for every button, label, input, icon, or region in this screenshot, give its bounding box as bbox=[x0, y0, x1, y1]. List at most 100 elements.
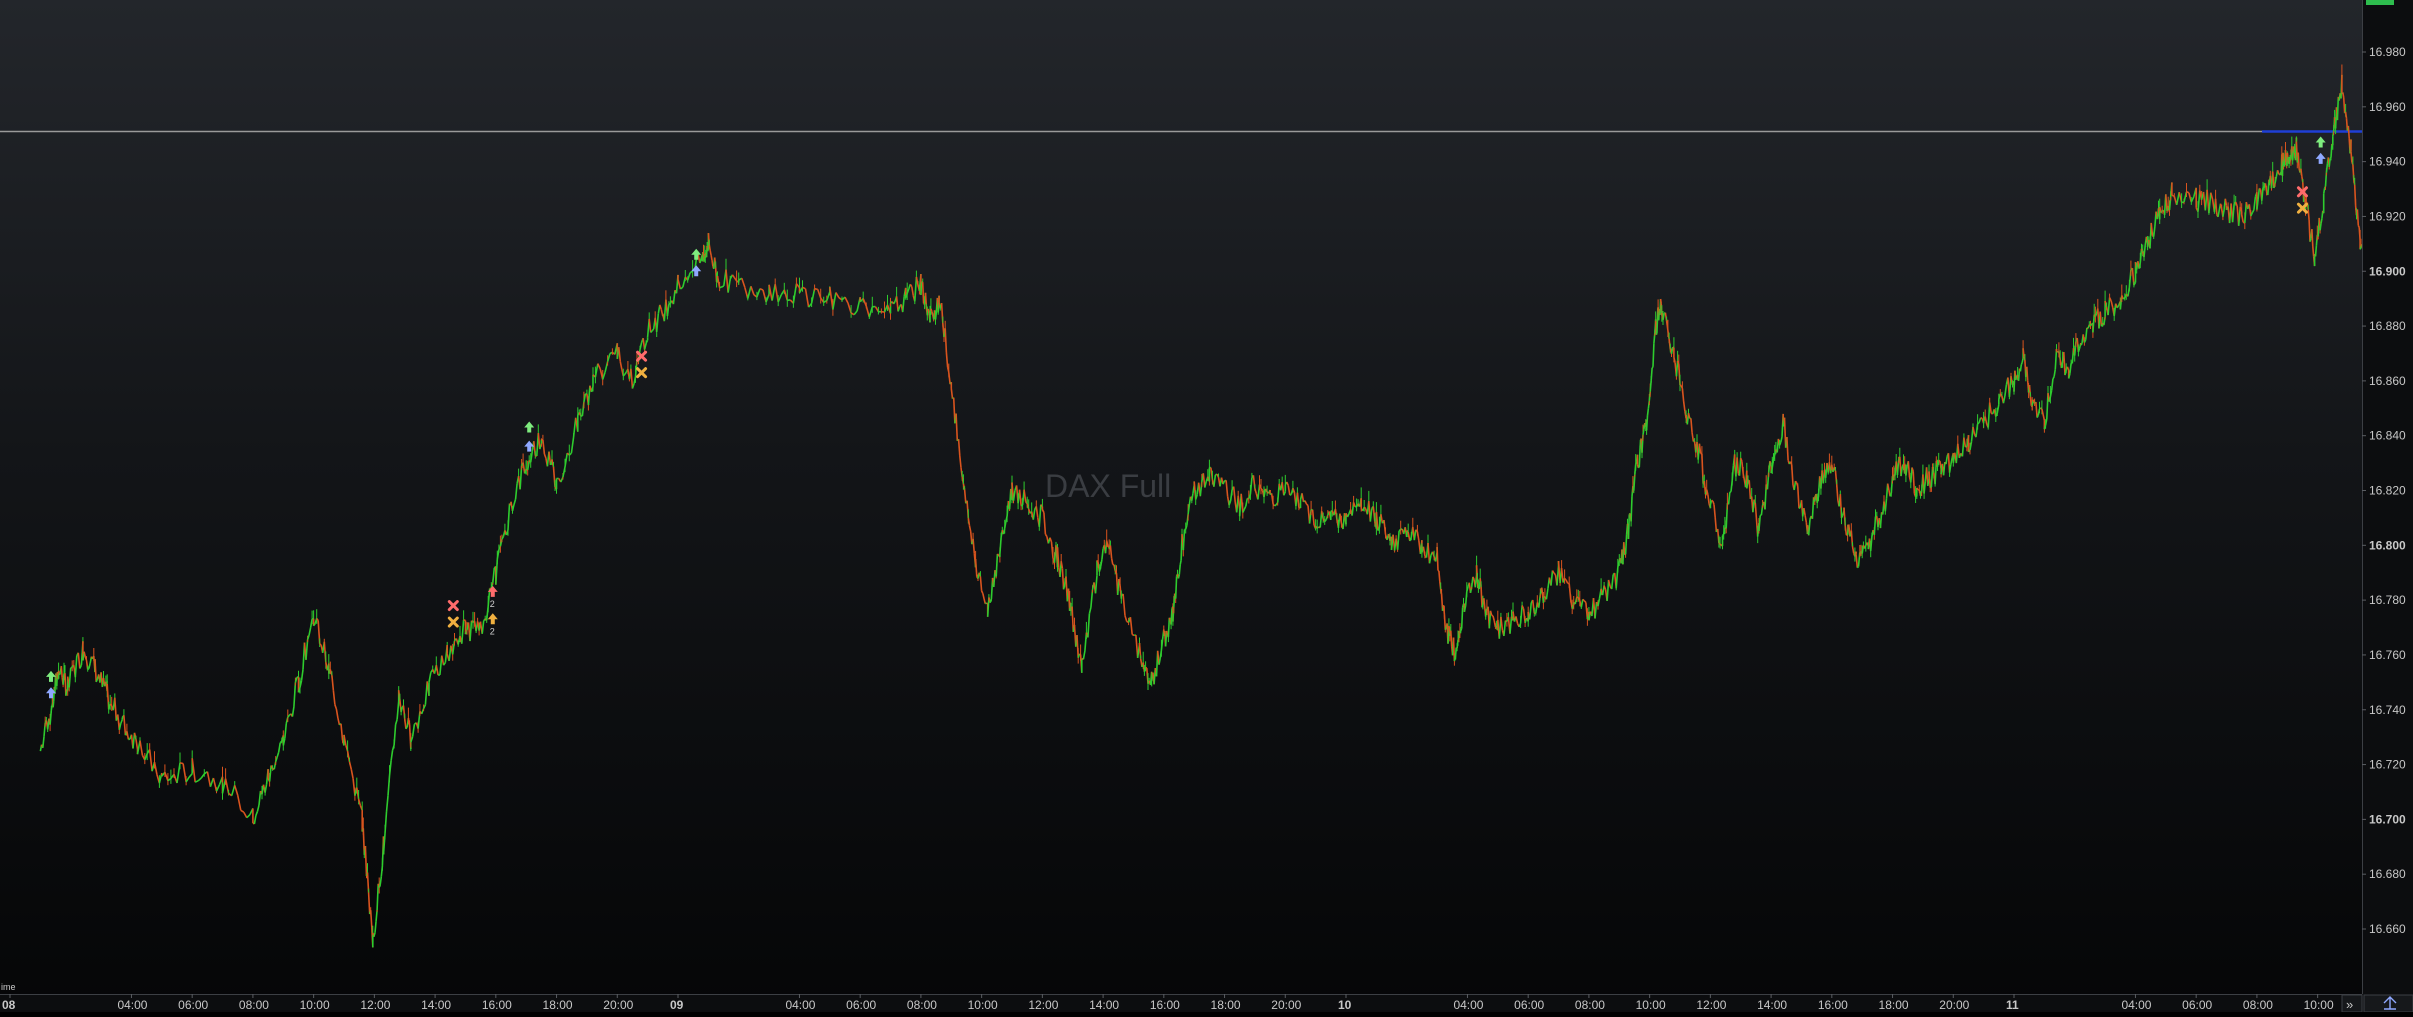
price-segment bbox=[1978, 423, 1980, 424]
price-segment bbox=[385, 812, 387, 834]
signal-marker-yellow-cross[interactable] bbox=[638, 369, 646, 377]
x-tick-label: 10:00 bbox=[300, 998, 330, 1012]
price-segment bbox=[1546, 589, 1548, 600]
price-segment bbox=[1167, 631, 1168, 635]
price-segment bbox=[375, 922, 376, 933]
price-segment bbox=[294, 683, 296, 707]
price-segment bbox=[1713, 501, 1714, 504]
zoom-reset-button[interactable] bbox=[2364, 995, 2413, 1012]
price-segment bbox=[1287, 482, 1289, 486]
price-segment bbox=[673, 290, 675, 304]
y-tick-label: 16.820 bbox=[2369, 484, 2406, 498]
price-segment bbox=[256, 811, 258, 815]
price-segment bbox=[1146, 667, 1147, 668]
price-segment bbox=[2111, 301, 2113, 307]
x-axis[interactable]: 0804:0006:0008:0010:0012:0014:0016:0018:… bbox=[0, 982, 2362, 1012]
price-segment bbox=[928, 309, 929, 313]
x-tick-label: 10:00 bbox=[2304, 998, 2334, 1012]
price-segment bbox=[1234, 487, 1236, 502]
price-segment bbox=[2100, 312, 2101, 327]
signal-marker-buy-arrow[interactable] bbox=[2316, 153, 2326, 164]
signal-marker-long-arrow[interactable] bbox=[46, 671, 56, 682]
time-axis-label: ime bbox=[1, 982, 16, 992]
price-segment bbox=[336, 709, 338, 718]
price-segment bbox=[2005, 385, 2007, 396]
price-segment bbox=[1455, 648, 1456, 660]
price-segment bbox=[259, 791, 261, 805]
signal-marker-sell-cross[interactable] bbox=[449, 602, 457, 610]
y-tick-label: 16.800 bbox=[2369, 538, 2406, 552]
price-segment bbox=[1178, 575, 1179, 579]
price-segment bbox=[241, 810, 244, 812]
price-segment bbox=[2331, 144, 2332, 158]
price-segment bbox=[279, 743, 281, 752]
price-segment bbox=[75, 656, 77, 678]
price-segment bbox=[2245, 202, 2247, 223]
price-segment bbox=[1661, 299, 1662, 303]
price-segment bbox=[598, 364, 601, 369]
price-segment bbox=[1935, 461, 1936, 484]
price-segment bbox=[2027, 367, 2028, 381]
price-segment bbox=[965, 489, 966, 503]
price-segment bbox=[1551, 571, 1553, 586]
price-segment bbox=[1484, 598, 1485, 608]
arrow-up-icon bbox=[691, 249, 701, 260]
price-segment bbox=[308, 635, 310, 640]
price-segment bbox=[1472, 577, 1473, 587]
price-segment bbox=[2225, 199, 2226, 206]
x-tick-label: 14:00 bbox=[421, 998, 451, 1012]
price-segment bbox=[442, 656, 444, 666]
price-segment bbox=[1370, 509, 1372, 522]
price-segment bbox=[440, 656, 442, 675]
price-segment bbox=[921, 282, 922, 295]
price-segment bbox=[1348, 514, 1350, 517]
price-segment bbox=[371, 910, 372, 927]
price-segment bbox=[89, 663, 90, 669]
price-segment bbox=[1581, 599, 1583, 607]
price-segment bbox=[1809, 519, 1810, 535]
arrow-up-icon bbox=[2316, 153, 2326, 164]
price-segment bbox=[1732, 465, 1733, 480]
price-segment bbox=[2278, 170, 2279, 174]
y-tick-label: 16.740 bbox=[2369, 703, 2406, 717]
price-segment bbox=[514, 499, 516, 505]
price-chart[interactable]: DAX Full 22 16.98016.96016.94016.92016.9… bbox=[0, 0, 2413, 1012]
y-tick-label: 16.760 bbox=[2369, 648, 2406, 662]
price-segment bbox=[1530, 603, 1532, 619]
price-segment bbox=[332, 675, 334, 690]
price-segment bbox=[1437, 547, 1438, 571]
price-segment bbox=[982, 591, 983, 594]
y-tick-label: 16.700 bbox=[2369, 812, 2406, 826]
price-segment bbox=[1780, 442, 1781, 445]
signal-marker-long-arrow[interactable] bbox=[524, 421, 534, 432]
price-segment bbox=[1912, 468, 1913, 472]
price-segment bbox=[1473, 577, 1474, 580]
price-segment bbox=[649, 319, 651, 333]
price-segment bbox=[1102, 549, 1103, 560]
price-segment bbox=[2321, 219, 2322, 224]
price-segment bbox=[1083, 651, 1085, 660]
price-segment bbox=[277, 752, 279, 757]
price-segment bbox=[751, 286, 754, 295]
price-segment bbox=[2086, 328, 2087, 340]
price-segment bbox=[742, 278, 745, 287]
y-axis[interactable]: 16.98016.96016.94016.92016.90016.88016.8… bbox=[2362, 0, 2413, 1012]
price-segment bbox=[565, 453, 567, 467]
signal-marker-yellow-cross[interactable] bbox=[449, 618, 457, 626]
price-segment bbox=[2022, 358, 2023, 362]
price-segment bbox=[235, 785, 238, 795]
price-segment bbox=[335, 705, 337, 709]
marker-count-label: 2 bbox=[490, 599, 495, 609]
price-segment bbox=[396, 720, 398, 725]
signal-marker-long-arrow[interactable] bbox=[2316, 136, 2326, 147]
price-segment bbox=[1913, 471, 1914, 493]
y-tick-label: 16.920 bbox=[2369, 209, 2406, 223]
price-segment bbox=[1720, 544, 1721, 545]
price-segment bbox=[1985, 417, 1987, 425]
scroll-right-button[interactable]: » bbox=[2342, 995, 2362, 1012]
price-segment bbox=[956, 414, 957, 441]
price-segment bbox=[1729, 492, 1730, 504]
signal-marker-yellow-arrow[interactable] bbox=[488, 613, 498, 624]
signal-marker-long-arrow[interactable] bbox=[691, 249, 701, 260]
price-chart-window[interactable]: DAX Full 22 16.98016.96016.94016.92016.9… bbox=[0, 0, 2413, 1012]
